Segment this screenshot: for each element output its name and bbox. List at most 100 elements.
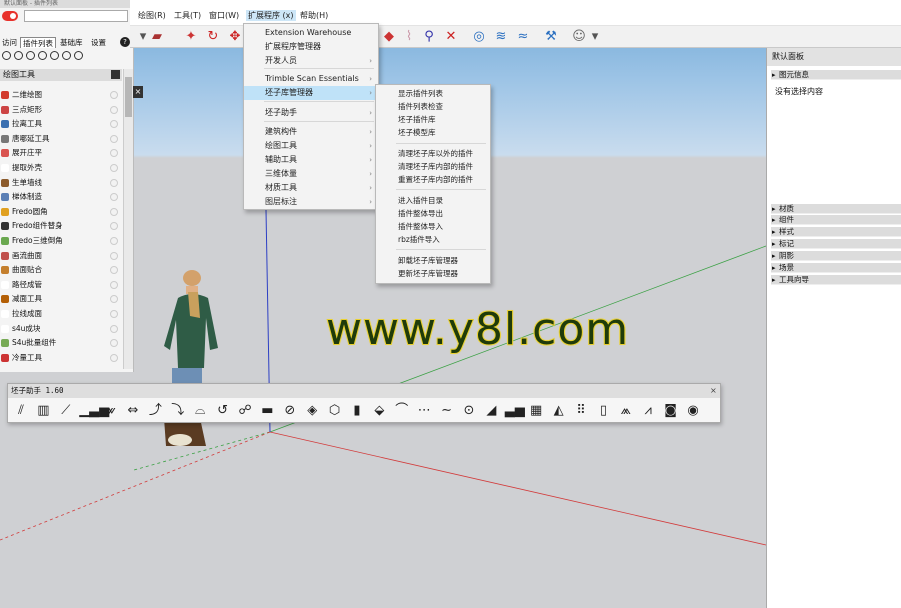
submenu-item[interactable]: 坯子插件库 [376,114,490,126]
plugin-favorite-toggle[interactable] [110,280,118,289]
move-icon[interactable]: ✦ [182,28,200,46]
menu-item[interactable]: 辅助工具 › [244,153,378,167]
cube-icon[interactable]: ⬡ [326,402,344,420]
menu-item[interactable]: 绘图工具 › [244,139,378,153]
plugin-list-item[interactable]: 展开庄平 [0,146,122,161]
width-icon[interactable]: ⇔ [124,402,142,420]
menu-draw[interactable]: 绘图(R) [138,10,166,21]
search-input[interactable] [24,10,128,22]
menu-tools[interactable]: 工具(T) [174,10,201,21]
slab-icon[interactable]: ▬ [258,402,276,420]
plugin-list-item[interactable]: Fredo组件替身 [0,219,122,234]
plugin-favorite-toggle[interactable] [110,178,118,187]
plugin-list-item[interactable]: 路径成管 [0,278,122,293]
grid-icon[interactable]: ▦ [527,402,545,420]
section-materials[interactable]: 材质 [771,204,901,214]
tray-scrollbar[interactable] [123,69,133,369]
help-icon[interactable]: ? [120,37,130,47]
plugin-list-item[interactable]: 二维绘图 [0,88,122,103]
section-tags[interactable]: 标记 [771,239,901,249]
plugin-favorite-toggle[interactable] [110,164,118,172]
section-icon[interactable]: ≋ [492,28,510,46]
plugin-list-item[interactable]: 提取外壳 [0,161,122,176]
plugin-list-item[interactable]: s4u成块 [0,322,122,337]
submenu-item[interactable]: 清理坯子库内部的插件 [376,161,490,173]
plugin-list-item[interactable]: 曲面贴合 [0,263,122,278]
helper-toolbar-title[interactable]: 坯子助手 1.60 [8,384,720,398]
pin-icon[interactable] [111,70,120,79]
bar-chart-icon[interactable]: ▁▃▅ [79,402,109,420]
plugin-favorite-toggle[interactable] [110,310,118,318]
arch-icon[interactable]: ⩖ [102,402,120,420]
section-styles[interactable]: 样式 [771,227,901,237]
wave-icon[interactable]: ∼ [438,402,456,420]
door-icon[interactable]: ▯ [594,402,612,420]
plugin-list-item[interactable]: 拉线成面 [0,307,122,322]
sync-icon[interactable] [26,51,35,60]
close-icon[interactable]: × [133,86,143,98]
settings-icon[interactable] [38,51,47,60]
submenu-item[interactable]: 重置坯子库内部的插件 [376,174,490,186]
window-icon[interactable]: ◙ [662,402,680,420]
extension-icon[interactable]: ⚒ [542,28,560,46]
paint-bucket-icon[interactable]: ▰ [148,28,166,46]
diamond-icon[interactable]: ⬙ [370,402,388,420]
section-components[interactable]: 组件 [771,215,901,225]
brush-icon[interactable]: ⩘ [639,402,657,420]
align-icon[interactable]: ☍ [236,402,254,420]
tab-settings[interactable]: 设置 [89,37,108,48]
curve-up-icon[interactable]: ⤴ [146,402,164,420]
plugin-favorite-toggle[interactable] [110,149,118,158]
plugin-favorite-toggle[interactable] [110,91,118,99]
record-icon[interactable] [62,51,71,60]
submenu-item[interactable]: 插件整体导入 [376,221,490,233]
section-scenes[interactable]: 场景 [771,263,901,273]
plugin-list-item[interactable]: 冷量工具 [0,351,122,366]
menu-item[interactable]: Trimble Scan Essentials › [244,72,378,86]
category-header[interactable]: 绘图工具 [0,69,122,81]
plugin-favorite-toggle[interactable] [110,207,118,216]
plugin-list-item[interactable]: S4u批量组件 [0,336,122,351]
close-icon[interactable]: × [710,384,717,398]
user-dropdown-icon[interactable]: ▾ [586,28,604,46]
spiral-icon[interactable]: ⊙ [460,402,478,420]
zoom-window-icon[interactable]: ◎ [470,28,488,46]
menu-item[interactable]: 开发人员 › [244,54,378,68]
submenu-item[interactable]: 清理坯子库以外的插件 [376,148,490,160]
menu-item[interactable]: 三维体量 › [244,167,378,181]
add-icon[interactable] [2,51,11,60]
beam-icon[interactable]: ⟋ [57,402,75,420]
column-icon[interactable]: ▮ [348,402,366,420]
submenu-item[interactable]: rbz插件导入 [376,234,490,246]
tab-visit[interactable]: 访问 [0,37,19,48]
submenu-item[interactable]: 更新坯子库管理器 [376,268,490,280]
plugin-favorite-toggle[interactable] [110,237,118,245]
plugin-favorite-toggle[interactable] [110,339,118,348]
menu-item[interactable]: 坯子助手 › [244,106,378,120]
menu-item[interactable]: 扩展程序管理器 [244,40,378,54]
steps-icon[interactable]: ▃▅ [505,402,525,420]
compass-icon[interactable]: ⩕ [617,402,635,420]
plugin-favorite-toggle[interactable] [110,324,118,333]
submenu-item[interactable]: 插件列表检查 [376,101,490,113]
menu-item[interactable]: 图层标注 › [244,195,378,209]
plugin-list-item[interactable]: 唐哪延工具 [0,132,122,147]
menu-item[interactable]: 坯子库管理器 › [244,86,378,100]
plugin-favorite-toggle[interactable] [110,120,118,129]
stop-icon[interactable] [74,51,83,60]
plugin-favorite-toggle[interactable] [110,251,118,260]
railing-icon[interactable]: ▥ [34,402,52,420]
roof-icon[interactable]: ⌓ [191,402,209,420]
cut-icon[interactable]: ⊘ [281,402,299,420]
menu-item[interactable]: 材质工具 › [244,181,378,195]
zoom-extents-icon[interactable]: ✕ [442,28,460,46]
folder-icon[interactable] [50,51,59,60]
plugin-list-item[interactable]: 减面工具 [0,292,122,307]
facet-icon[interactable]: ◈ [303,402,321,420]
curve-down-icon[interactable]: ⤵ [169,402,187,420]
rotate-icon[interactable]: ↺ [214,402,232,420]
plugin-favorite-toggle[interactable] [110,266,118,275]
menu-item[interactable]: Extension Warehouse [244,26,378,40]
refresh-icon[interactable] [14,51,23,60]
plugin-list-item[interactable]: 生单墙线 [0,176,122,191]
